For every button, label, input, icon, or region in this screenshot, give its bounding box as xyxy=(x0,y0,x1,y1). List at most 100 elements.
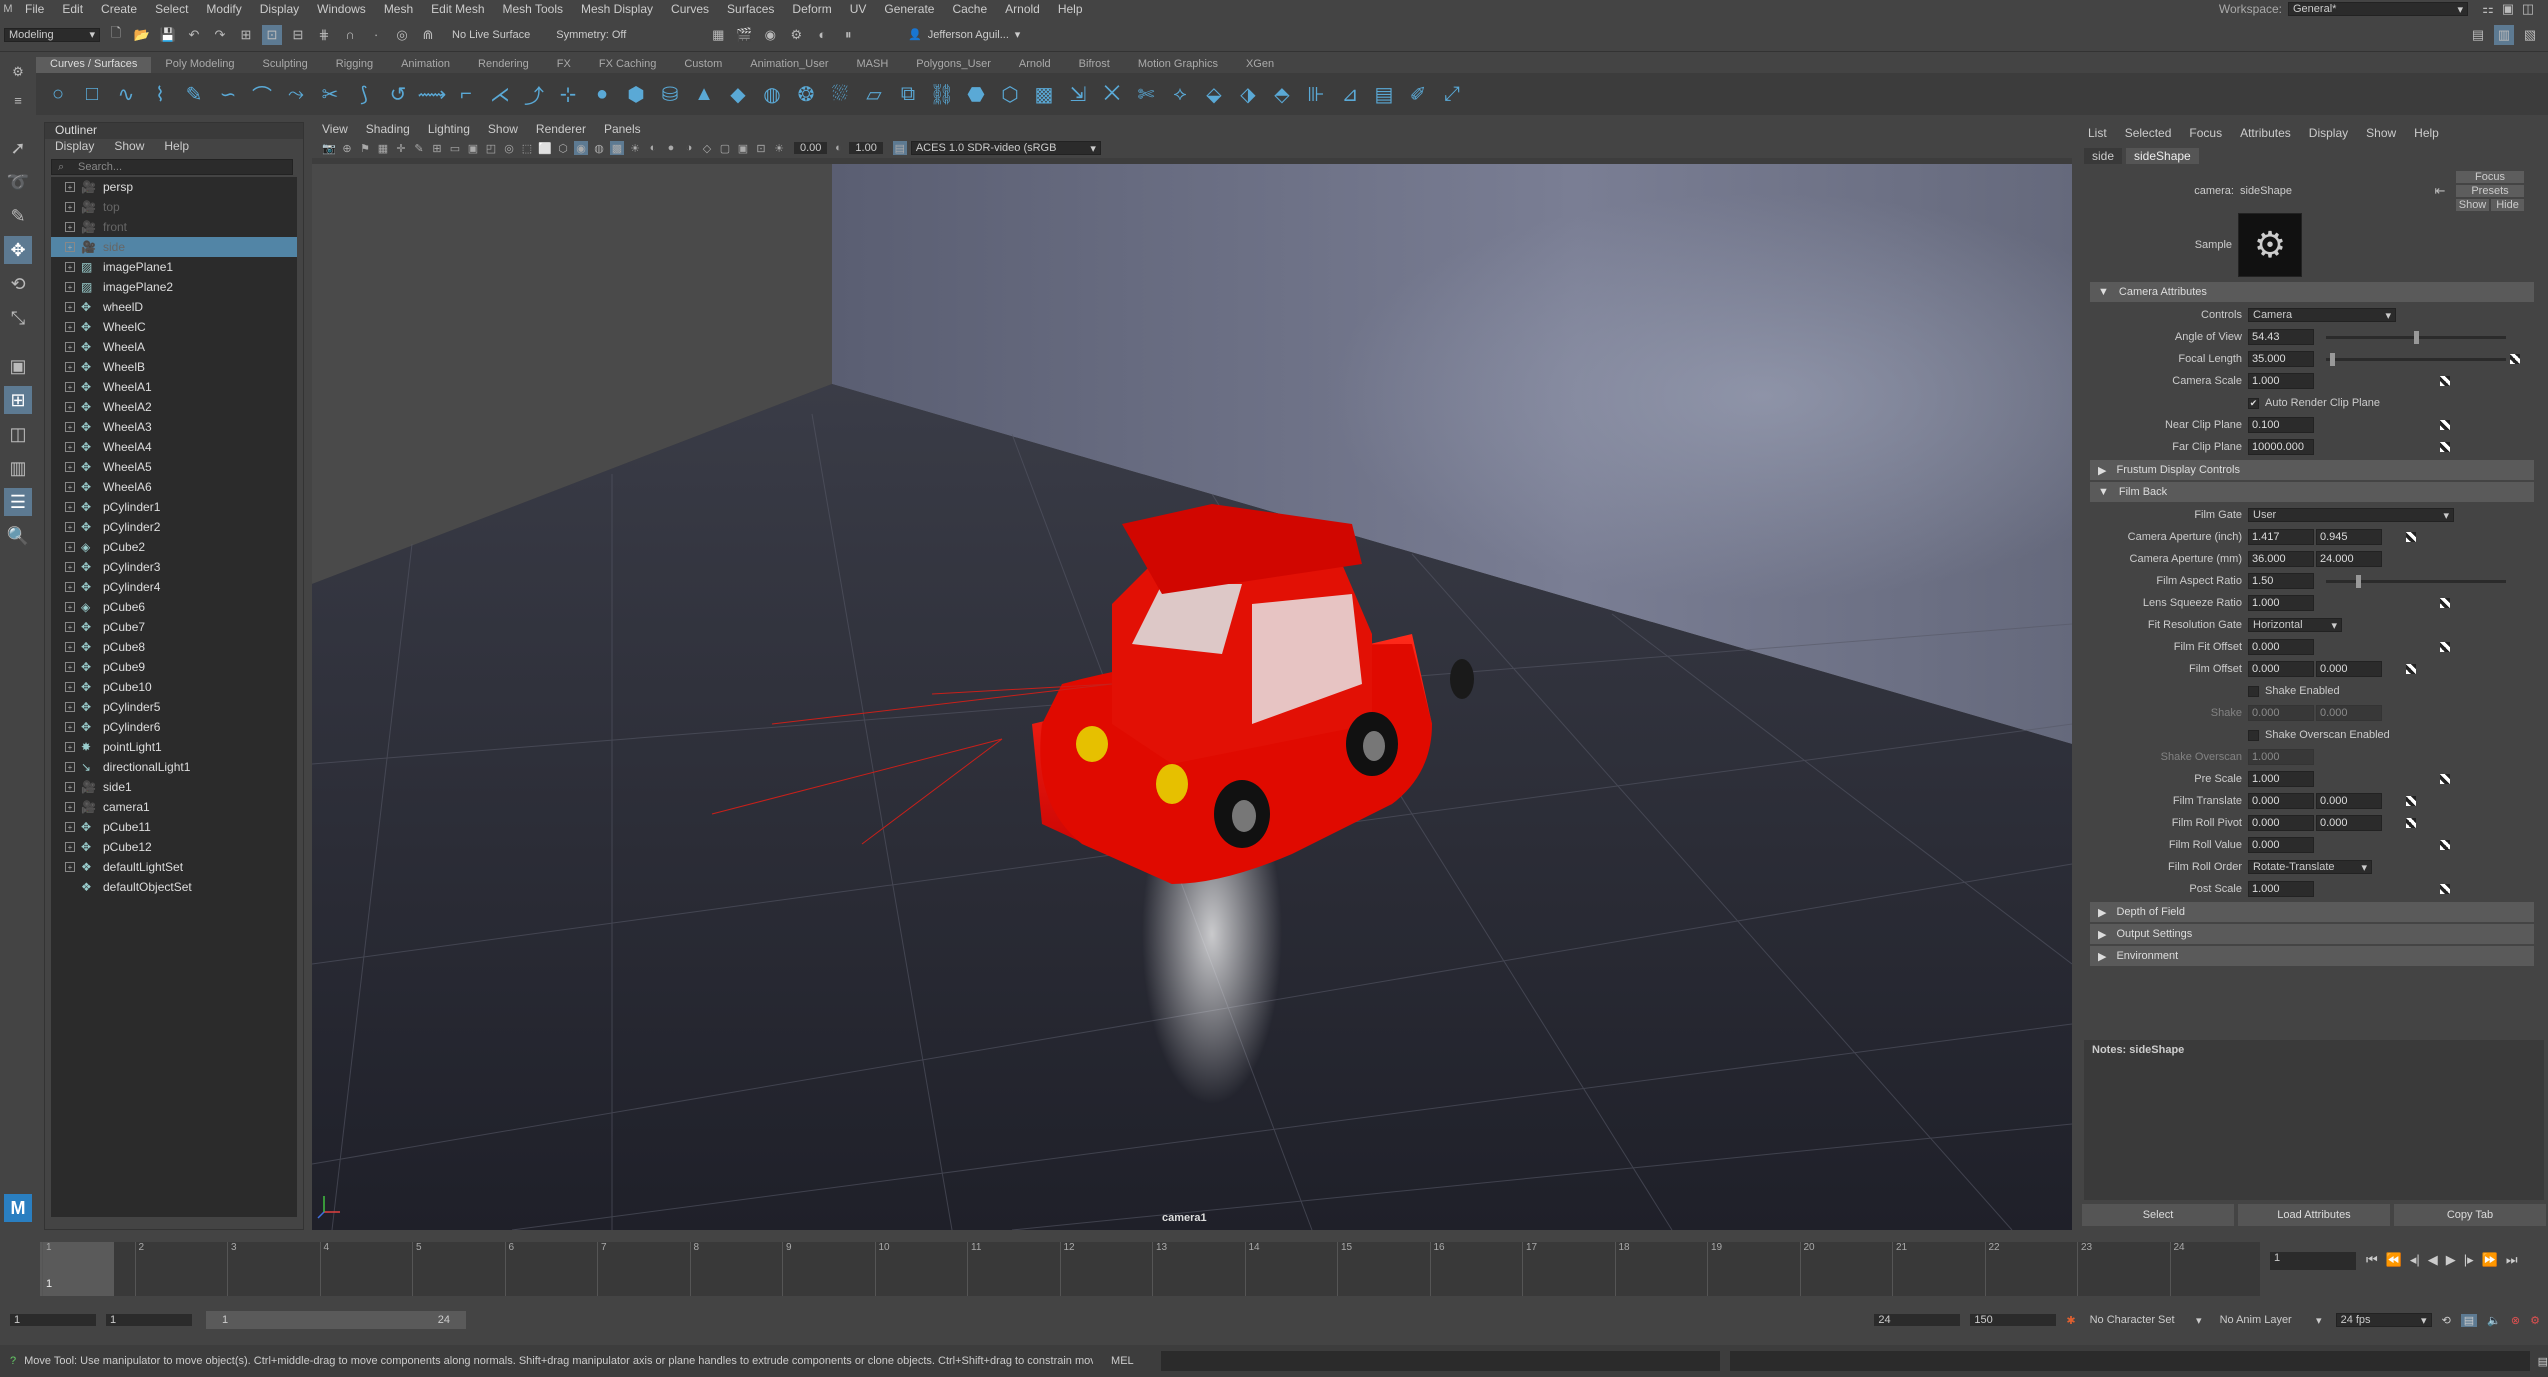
shelf-tab-xgen[interactable]: XGen xyxy=(1232,57,1288,73)
intersect-surfaces-icon[interactable]: ⨉ xyxy=(1098,80,1126,108)
shelf-tab-mash[interactable]: MASH xyxy=(843,57,903,73)
gamma-value[interactable]: 1.00 xyxy=(849,142,883,154)
select-button[interactable]: Select xyxy=(2082,1204,2234,1226)
shelf-tab-curves-surfaces[interactable]: Curves / Surfaces xyxy=(36,57,152,73)
expand-icon[interactable]: + xyxy=(65,822,75,832)
near-clip-field[interactable]: 0.100 xyxy=(2248,417,2314,433)
detach-surfaces-icon[interactable]: ⬗ xyxy=(1234,80,1262,108)
cv-curve-icon[interactable]: ∿ xyxy=(112,80,140,108)
expand-icon[interactable]: + xyxy=(65,802,75,812)
filmoff-x-field[interactable]: 0.000 xyxy=(2248,661,2314,677)
hide-button[interactable]: Hide xyxy=(2491,199,2524,211)
four-pane-icon[interactable]: ⊞ xyxy=(4,386,32,414)
ep-curve-icon[interactable]: ⌇ xyxy=(146,80,174,108)
shelf-tab-arnold[interactable]: Arnold xyxy=(1005,57,1065,73)
camera-attr-icon[interactable]: ⊕ xyxy=(340,141,354,155)
color-management-icon[interactable]: ▤ xyxy=(892,141,907,155)
fitoff-field[interactable]: 0.000 xyxy=(2248,639,2314,655)
outliner-item[interactable]: + ✥ pCylinder5 xyxy=(51,697,297,717)
rebuild-surface-icon[interactable]: ▤ xyxy=(1370,80,1398,108)
snap-grid-icon[interactable]: ⋕ xyxy=(314,25,334,45)
map-texture-icon[interactable] xyxy=(2440,376,2450,386)
map-texture-icon[interactable] xyxy=(2406,818,2416,828)
outliner-item[interactable]: + ✥ pCube11 xyxy=(51,817,297,837)
view-transform-dropdown[interactable]: ACES 1.0 SDR-video (sRGB ▾ xyxy=(910,141,1101,155)
attr-tab-side[interactable]: side xyxy=(2084,148,2123,164)
channel-box-toggle-icon[interactable]: ▤ xyxy=(2468,25,2488,45)
motion-blur-icon[interactable]: ◑ xyxy=(682,141,696,155)
map-texture-icon[interactable] xyxy=(2406,532,2416,542)
insert-isoparm-icon[interactable]: ⊪ xyxy=(1302,80,1330,108)
outliner-item[interactable]: + ↘ directionalLight1 xyxy=(51,757,297,777)
outliner-search[interactable]: ⌕ Search... xyxy=(51,159,293,175)
menu-display[interactable]: Display xyxy=(251,2,308,16)
nurbs-torus-icon[interactable]: ◍ xyxy=(758,80,786,108)
focus-button[interactable]: Focus xyxy=(2456,171,2524,183)
revolve-icon[interactable]: ❂ xyxy=(792,80,820,108)
menu-arnold[interactable]: Arnold xyxy=(996,2,1049,16)
outliner-item[interactable]: + ◈ pCube2 xyxy=(51,537,297,557)
viewport-menu-renderer[interactable]: Renderer xyxy=(536,122,586,138)
outliner-item[interactable]: + ✥ pCylinder3 xyxy=(51,557,297,577)
viewport-menu-lighting[interactable]: Lighting xyxy=(428,122,470,138)
attr-menu-list[interactable]: List xyxy=(2088,126,2107,144)
map-texture-icon[interactable] xyxy=(2440,840,2450,850)
camera-node-field[interactable]: sideShape xyxy=(2240,185,2390,197)
menu-select[interactable]: Select xyxy=(146,2,197,16)
ap-inch-x-field[interactable]: 1.417 xyxy=(2248,529,2314,545)
menu-edit-mesh[interactable]: Edit Mesh xyxy=(422,2,493,16)
select-object-icon[interactable]: ⊡ xyxy=(262,24,282,45)
outliner-item[interactable]: + ✥ wheelD xyxy=(51,297,297,317)
select-hierarchy-icon[interactable]: ⊞ xyxy=(236,25,256,45)
grease-pencil-icon[interactable]: ✎ xyxy=(412,141,426,155)
step-forward-frame-icon[interactable]: |▸ xyxy=(2464,1252,2474,1268)
offset-curve-icon[interactable]: ⟿ xyxy=(418,80,447,108)
play-backward-icon[interactable]: ◀ xyxy=(2428,1252,2438,1268)
expand-icon[interactable]: + xyxy=(65,502,75,512)
expand-icon[interactable]: + xyxy=(65,702,75,712)
boundary-icon[interactable]: ⬡ xyxy=(996,80,1024,108)
square-surface-icon[interactable]: ▩ xyxy=(1030,80,1058,108)
expand-icon[interactable]: + xyxy=(65,662,75,672)
xray-icon[interactable]: ▣ xyxy=(736,141,750,155)
range-slider-bar[interactable]: 1 24 xyxy=(206,1311,466,1329)
expand-icon[interactable]: + xyxy=(65,362,75,372)
bevel-plus-icon[interactable]: ⬣ xyxy=(962,80,990,108)
isolate-select-icon[interactable]: ▢ xyxy=(718,141,732,155)
outliner-item[interactable]: + ✥ pCube9 xyxy=(51,657,297,677)
outliner-item[interactable]: + ✥ WheelA3 xyxy=(51,417,297,437)
expand-icon[interactable]: + xyxy=(65,562,75,572)
expand-icon[interactable]: + xyxy=(65,402,75,412)
outliner-menu-show[interactable]: Show xyxy=(114,139,144,155)
map-texture-icon[interactable] xyxy=(2440,420,2450,430)
expand-icon[interactable]: + xyxy=(65,682,75,692)
shelf-tabs-icon[interactable]: ≡ xyxy=(8,90,28,110)
show-button[interactable]: Show xyxy=(2456,199,2489,211)
outliner-menu-help[interactable]: Help xyxy=(164,139,189,155)
lighting-icon[interactable]: ☀ xyxy=(628,141,642,155)
ap-mm-x-field[interactable]: 36.000 xyxy=(2248,551,2314,567)
tool-settings-toggle-icon[interactable]: ▧ xyxy=(2520,25,2540,45)
project-curve-icon[interactable]: ⇲ xyxy=(1064,80,1092,108)
attr-tab-sideshape[interactable]: sideShape xyxy=(2126,148,2199,164)
ap-inch-y-field[interactable]: 0.945 xyxy=(2316,529,2382,545)
untrim-icon[interactable]: ⟡ xyxy=(1166,80,1194,108)
extrude-icon[interactable]: ⧉ xyxy=(894,80,922,108)
viewport-menu-view[interactable]: View xyxy=(322,122,348,138)
planar-icon[interactable]: ▱ xyxy=(860,80,888,108)
map-texture-icon[interactable] xyxy=(2406,796,2416,806)
magnet-icon[interactable]: ⋒ xyxy=(418,25,438,45)
attr-menu-attributes[interactable]: Attributes xyxy=(2240,126,2291,144)
outliner-item[interactable]: + 🎥 persp xyxy=(51,177,297,197)
outliner-item[interactable]: + ✥ WheelA2 xyxy=(51,397,297,417)
outliner-menu-display[interactable]: Display xyxy=(55,139,94,155)
fillet-curve-icon[interactable]: ⌐ xyxy=(452,80,480,108)
surface-edit-icon[interactable]: ⤢ xyxy=(1438,80,1466,108)
shelf-tab-rendering[interactable]: Rendering xyxy=(464,57,543,73)
copy-tab-button[interactable]: Copy Tab xyxy=(2394,1204,2546,1226)
move-tool-icon[interactable]: ✥ xyxy=(4,236,32,264)
expand-icon[interactable]: + xyxy=(65,382,75,392)
go-to-end-icon[interactable]: ⏭ xyxy=(2506,1252,2518,1268)
outliner-item[interactable]: + ✥ WheelA1 xyxy=(51,377,297,397)
outliner-item[interactable]: + ✥ WheelA5 xyxy=(51,457,297,477)
